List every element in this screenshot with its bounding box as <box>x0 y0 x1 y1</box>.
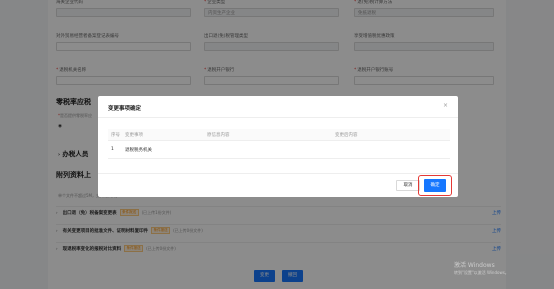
dialog-header: 变更事项确定 × <box>98 96 458 118</box>
watermark-line2: 转到"设置"以激活 Windows。 <box>454 270 509 275</box>
dialog-title: 变更事项确定 <box>108 106 142 112</box>
change-confirm-dialog: 变更事项确定 × 序号 变更事项 原信息内容 变更后内容 1 退税税务机关 取消… <box>98 96 458 197</box>
row-index: 1 <box>111 147 114 152</box>
column-header-item: 变更事项 <box>125 132 143 138</box>
table-header: 序号 变更事项 原信息内容 变更后内容 <box>108 129 450 141</box>
dialog-footer: 取消 确定 <box>98 173 458 197</box>
windows-activation-watermark: 激活 Windows 转到"设置"以激活 Windows。 <box>454 260 509 276</box>
cancel-button[interactable]: 取消 <box>396 180 420 191</box>
watermark-line1: 激活 Windows <box>454 262 495 269</box>
row-item: 退税税务机关 <box>125 147 152 153</box>
table-row: 1 退税税务机关 <box>108 141 450 159</box>
close-icon[interactable]: × <box>443 102 448 109</box>
column-header-new: 变更后内容 <box>335 132 358 138</box>
column-header-old: 原信息内容 <box>207 132 230 138</box>
change-items-table: 序号 变更事项 原信息内容 变更后内容 1 退税税务机关 <box>108 129 450 159</box>
confirm-highlight-box <box>418 175 452 196</box>
column-header-index: 序号 <box>111 132 120 138</box>
